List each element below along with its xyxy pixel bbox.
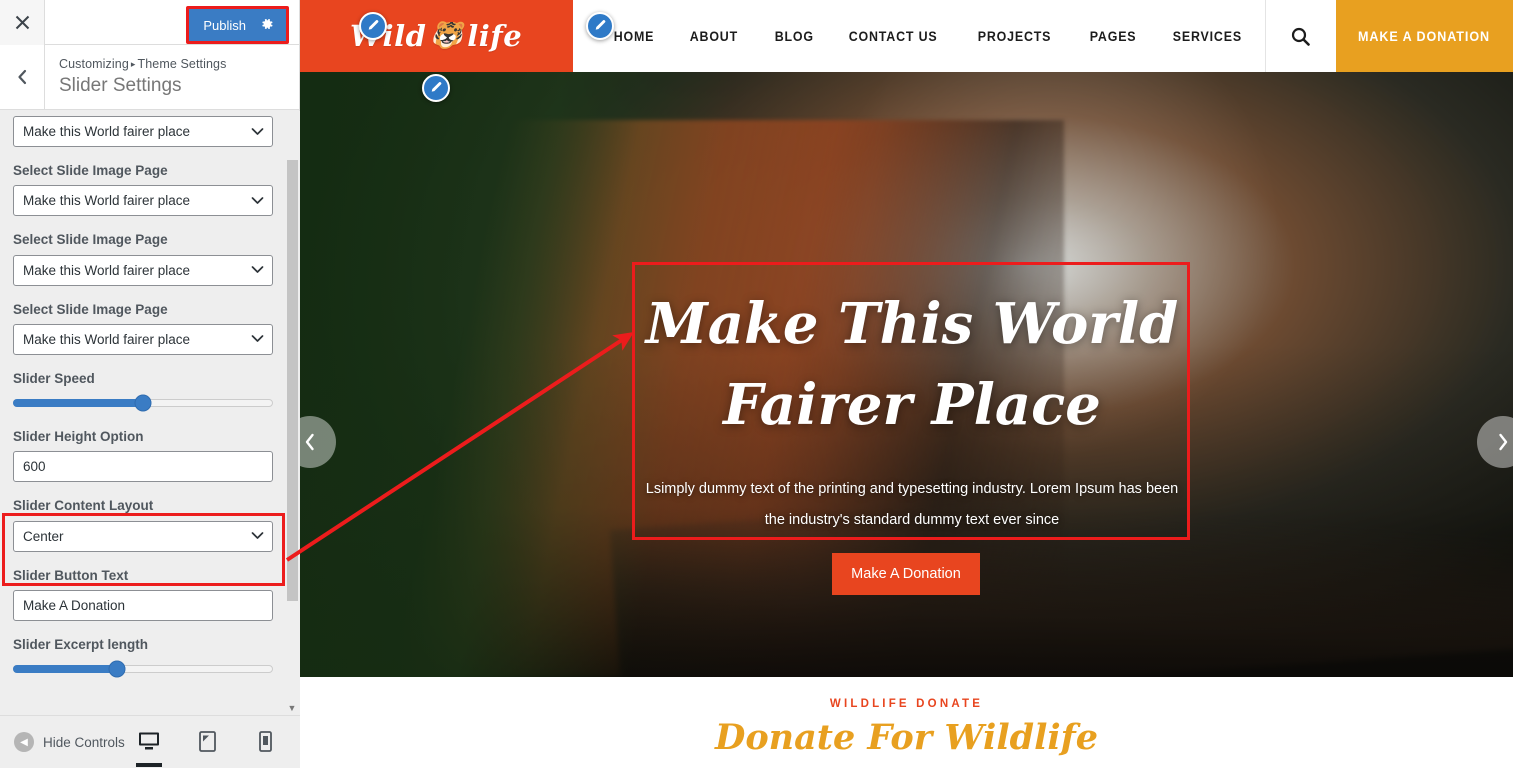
control-slider-content-layout: Slider Content Layout Center xyxy=(13,497,273,552)
range-fill xyxy=(13,399,143,408)
control-label: Slider Button Text xyxy=(13,567,129,583)
slider-button-text-input[interactable] xyxy=(13,589,273,621)
device-mobile-button[interactable] xyxy=(250,724,280,758)
publish-button[interactable]: Publish xyxy=(189,9,286,41)
range-fill xyxy=(13,664,117,673)
control-select-slide-image-page-3: Select Slide Image Page Make this World … xyxy=(13,231,273,286)
chevron-down-icon xyxy=(251,332,264,347)
back-icon[interactable] xyxy=(0,45,45,109)
search-icon[interactable] xyxy=(1264,0,1336,72)
hero-description: Lsimply dummy text of the printing and t… xyxy=(645,481,1179,528)
nav-item-pages[interactable]: PAGES xyxy=(1075,29,1151,44)
site-preview: Wild 🐯 life HOME ABOUT BLOG CONTACT US P… xyxy=(300,0,1513,768)
hero-title: Make This World Fairer Place xyxy=(632,262,1192,446)
slide-image-page-select-4[interactable]: Make this World fairer place xyxy=(13,323,273,355)
hero-title-line-2: Fairer Place xyxy=(723,372,1101,439)
control-select-slide-image-page-4: Select Slide Image Page Make this World … xyxy=(13,301,273,355)
control-label: Slider Content Layout xyxy=(13,498,154,514)
chevron-down-icon xyxy=(251,263,264,278)
header-donate-label: MAKE A DONATION xyxy=(1358,28,1491,44)
slide-image-page-select-2[interactable]: Make this World fairer place xyxy=(13,185,273,217)
slider-excerpt-length-range[interactable] xyxy=(13,659,273,679)
hero-slider: Make This World Fairer Place Lsimply dum… xyxy=(300,72,1513,677)
control-slider-button-text: Slider Button Text xyxy=(13,567,273,621)
edit-pencil-icon-header[interactable] xyxy=(359,12,387,40)
customizer-controls-list: Select Slide Image Page Make this World … xyxy=(0,111,286,714)
slider-content-layout-select[interactable]: Center xyxy=(13,520,273,552)
slider-speed-range[interactable] xyxy=(13,393,273,413)
slide-image-page-select-3[interactable]: Make this World fairer place xyxy=(13,254,273,286)
breadcrumb-separator-icon: ▸ xyxy=(130,59,136,69)
control-select-slide-image-page-1: Select Slide Image Page Make this World … xyxy=(13,111,273,148)
header-donate-button[interactable]: MAKE A DONATION xyxy=(1335,0,1513,72)
control-label: Select Slide Image Page xyxy=(13,163,168,179)
donate-section-heading: Donate For Wildlife xyxy=(714,717,1099,758)
hero-donation-button[interactable]: Make A Donation xyxy=(832,553,980,595)
edit-pencil-icon-slider[interactable] xyxy=(422,74,450,102)
control-slider-height-option: Slider Height Option xyxy=(13,428,273,483)
device-tablet-button[interactable] xyxy=(192,724,222,758)
nav-item-services[interactable]: SERVICES xyxy=(1158,29,1257,44)
close-icon[interactable] xyxy=(0,0,45,45)
tiger-face-icon: 🐯 xyxy=(430,21,464,51)
donate-section-kicker: WILDLIFE DONATE xyxy=(829,698,984,710)
slide-image-page-select-1[interactable]: Make this World fairer place xyxy=(13,116,273,148)
select-value: Make this World fairer place xyxy=(23,331,191,347)
control-slider-speed: Slider Speed xyxy=(13,370,273,413)
chevron-down-icon xyxy=(251,193,264,208)
customizer-footer: ◀ Hide Controls xyxy=(0,715,300,768)
slider-height-input[interactable] xyxy=(13,451,273,483)
range-thumb[interactable] xyxy=(134,394,152,412)
hero-title-line-1: Make This World xyxy=(645,291,1179,357)
customizer-panel-header: Customizing ▸ Theme Settings Slider Settin… xyxy=(0,45,299,110)
collapse-arrow-icon: ◀ xyxy=(14,732,34,752)
customizer-screen: Publish Customizing ▸ Theme Settings Slide… xyxy=(0,0,1513,768)
control-label: Select Slide Image Page xyxy=(13,301,168,317)
sidebar-scrollbar[interactable] xyxy=(287,160,298,601)
control-label: Select Slide Image Page xyxy=(13,232,168,248)
gear-icon[interactable] xyxy=(260,17,274,33)
select-value: Center xyxy=(23,528,64,544)
chevron-down-icon xyxy=(251,529,264,544)
select-value: Make this World fairer place xyxy=(23,262,191,278)
control-select-slide-image-page-2: Select Slide Image Page Make this World … xyxy=(13,162,273,217)
control-slider-excerpt-length: Slider Excerpt length xyxy=(13,636,273,679)
nav-item-contact-us[interactable]: CONTACT US xyxy=(834,29,952,44)
site-header: Wild 🐯 life HOME ABOUT BLOG CONTACT US P… xyxy=(300,0,1513,72)
hero-content: Make This World Fairer Place Lsimply dum… xyxy=(632,262,1192,535)
donate-section: WILDLIFE DONATE Donate For Wildlife xyxy=(300,677,1513,768)
nav-item-projects[interactable]: PROJECTS xyxy=(963,29,1066,44)
publish-label: Publish xyxy=(203,17,246,33)
nav-item-about[interactable]: ABOUT xyxy=(675,29,753,44)
breadcrumb-root[interactable]: Customizing xyxy=(59,57,129,71)
customizer-topbar: Publish xyxy=(0,0,299,45)
hide-controls-button[interactable]: ◀ Hide Controls xyxy=(0,732,125,752)
customizer-sidebar: Publish Customizing ▸ Theme Settings Slide… xyxy=(0,0,300,768)
device-preview-switcher xyxy=(134,724,300,767)
chevron-down-icon xyxy=(251,124,264,139)
edit-pencil-icon-logo[interactable] xyxy=(586,12,614,40)
panel-titles: Customizing ▸ Theme Settings Slider Settin… xyxy=(45,45,226,109)
control-label: Slider Height Option xyxy=(13,429,144,445)
select-value: Make this World fairer place xyxy=(23,193,191,209)
scroll-down-icon[interactable]: ▼ xyxy=(286,702,298,714)
breadcrumb-parent[interactable]: Theme Settings xyxy=(138,57,227,71)
primary-navigation: HOME ABOUT BLOG CONTACT US PROJECTS PAGE… xyxy=(573,0,1265,72)
logo-text-after: life xyxy=(467,19,523,53)
control-label: Slider Speed xyxy=(13,370,95,386)
customizer-controls-area: Select Slide Image Page Make this World … xyxy=(0,111,300,715)
publish-annotation-box: Publish xyxy=(186,6,289,44)
control-label: Slider Excerpt length xyxy=(13,636,149,652)
device-desktop-button[interactable] xyxy=(134,724,164,767)
range-thumb[interactable] xyxy=(108,660,126,678)
page-title: Slider Settings xyxy=(59,75,182,97)
nav-item-blog[interactable]: BLOG xyxy=(760,29,829,44)
hide-controls-label: Hide Controls xyxy=(43,734,125,750)
site-logo[interactable]: Wild 🐯 life xyxy=(300,0,574,72)
breadcrumb: Customizing ▸ Theme Settings xyxy=(59,56,226,72)
select-value: Make this World fairer place xyxy=(23,124,191,140)
